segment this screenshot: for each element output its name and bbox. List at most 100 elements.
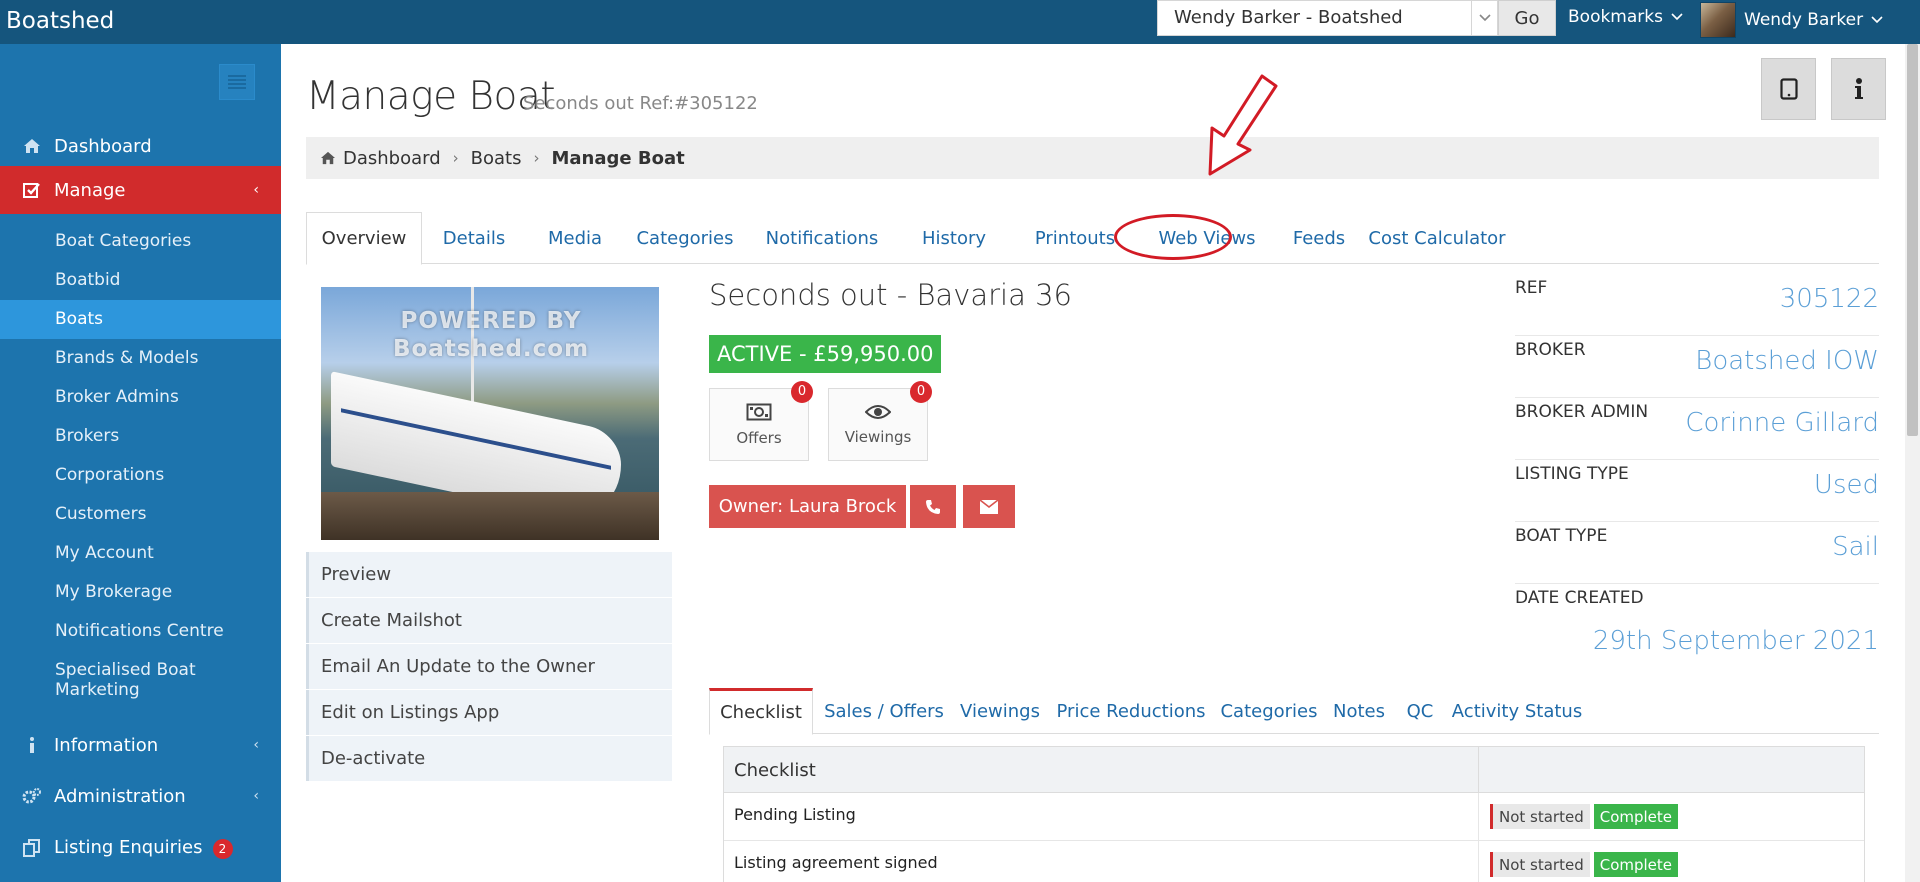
sidebar-subitem[interactable]: Notifications Centre [0,612,281,651]
check-square-icon [22,180,42,200]
subtab-categories[interactable]: Categories [1217,688,1321,734]
sidebar-subitem[interactable]: Boatbid [0,261,281,300]
tab-overview[interactable]: Overview [306,212,422,265]
side-link-email-an-update-to-the-owner[interactable]: Email An Update to the Owner [306,644,672,689]
sidebar-item-label: Listing Enquiries 2 [54,837,233,859]
brand-logo[interactable]: Boatshed [6,8,114,34]
sidebar-subitem[interactable]: Corporations [0,456,281,495]
info-key: BROKER [1515,340,1586,360]
checklist-item-label: Listing agreement signed [734,853,938,872]
bookmarks-label: Bookmarks [1568,7,1663,27]
info-value[interactable]: Corinne Gillard [1685,408,1879,438]
page-scrollbar[interactable] [1905,44,1920,882]
tablet-icon [1779,78,1798,100]
listing-enquiries-count-badge: 2 [212,839,233,859]
main-tabs: Overview Details Media Categories Notificati… [306,212,1879,265]
info-icon [22,735,42,755]
account-select[interactable]: Wendy Barker - Boatshed [1157,0,1498,36]
tab-cost-calculator[interactable]: Cost Calculator [1362,212,1512,264]
subtab-qc[interactable]: QC [1397,688,1443,734]
info-key: REF [1515,278,1548,298]
sidebar-subitem-label: My Brokerage [55,582,173,602]
owner-button[interactable]: Owner: Laura Brock [709,485,906,528]
user-menu[interactable]: Wendy Barker [1700,0,1883,40]
sub-tabs: Checklist Sales / Offers Viewings Price Red… [709,688,1879,735]
not-started-button[interactable]: Not started [1490,852,1590,877]
sidebar-subitem[interactable]: Brands & Models [0,339,281,378]
sidebar-subitem[interactable]: Boats [0,300,281,339]
go-button[interactable]: Go [1498,0,1556,36]
subtab-notes[interactable]: Notes [1321,688,1397,734]
side-link-de-activate[interactable]: De-activate [306,736,672,781]
annotation-arrow [1208,74,1278,176]
side-link-preview[interactable]: Preview [306,552,672,597]
subtab-activity-status[interactable]: Activity Status [1443,688,1591,734]
offers-count-badge: 0 [791,381,813,403]
sidebar-subitem[interactable]: Customers [0,495,281,534]
chevron-down-icon [1471,1,1497,35]
sidebar-toggle-button[interactable] [219,64,255,100]
sidebar-item-administration[interactable]: Administration ‹ [0,775,281,817]
subtab-sales-offers[interactable]: Sales / Offers [813,688,955,734]
listing-enquiries-label: Listing Enquiries [54,837,203,858]
sidebar-subitem[interactable]: Specialised Boat Marketing [0,651,281,700]
sidebar-item-information[interactable]: Information ‹ [0,724,281,766]
sidebar-subitem-label: My Account [55,543,154,563]
sidebar-subitem-label: Broker Admins [55,387,179,407]
call-owner-button[interactable] [910,485,956,528]
chevron-left-icon: ‹ [253,737,259,753]
info-value[interactable]: Boatshed IOW [1695,346,1879,376]
subtab-price-reductions[interactable]: Price Reductions [1045,688,1217,734]
breadcrumb-dashboard[interactable]: Dashboard [343,148,441,169]
sidebar-item-listing-enquiries[interactable]: Listing Enquiries 2 [0,827,281,869]
tab-details[interactable]: Details [422,212,526,264]
envelope-icon [980,499,998,514]
sidebar-item-label: Administration [54,785,186,807]
sidebar-subitem-label: Boatbid [55,270,121,290]
sidebar-subitem[interactable]: My Account [0,534,281,573]
info-button[interactable] [1831,58,1886,120]
breadcrumb-boats[interactable]: Boats [471,148,522,169]
boat-photo[interactable]: POWERED BY Boatshed.com [321,287,659,540]
sidebar-item-label: Information [54,734,159,756]
scrollbar-thumb[interactable] [1907,44,1918,436]
sidebar-item-label: Dashboard [54,135,152,157]
status-badge: ACTIVE - £59,950.00 [709,335,942,373]
column-divider [1478,793,1479,841]
boat-name: Seconds out - Bavaria 36 [709,278,1073,312]
subtab-checklist[interactable]: Checklist [709,688,813,735]
bookmarks-menu[interactable]: Bookmarks [1568,7,1683,27]
viewings-count-badge: 0 [910,381,932,403]
sidebar-subitem[interactable]: My Brokerage [0,573,281,612]
not-started-button[interactable]: Not started [1490,804,1590,829]
tab-categories[interactable]: Categories [622,212,748,264]
sidebar-subitem[interactable]: Broker Admins [0,378,281,417]
tab-media[interactable]: Media [530,212,620,264]
side-link-create-mailshot[interactable]: Create Mailshot [306,598,672,643]
sidebar-item-dashboard[interactable]: Dashboard [0,124,281,168]
page-title: Manage Boat [306,74,556,119]
tab-feeds[interactable]: Feeds [1278,212,1360,264]
email-owner-button[interactable] [963,485,1015,528]
tablet-view-button[interactable] [1761,58,1816,120]
chevron-left-icon: ‹ [253,182,259,198]
offers-label: Offers [736,428,782,447]
breadcrumb: Dashboard › Boats › Manage Boat [306,137,1879,179]
watermark-line-1: POWERED BY [400,308,582,334]
user-name: Wendy Barker [1744,10,1864,30]
menu-icon [228,75,246,89]
tab-notifications[interactable]: Notifications [750,212,894,264]
complete-button[interactable]: Complete [1593,804,1679,829]
subtab-viewings[interactable]: Viewings [955,688,1045,734]
info-row: LISTING TYPE Used [1515,460,1879,522]
sidebar-subitem[interactable]: Boat Categories [0,222,281,261]
info-value: 29th September 2021 [1592,626,1879,656]
complete-button[interactable]: Complete [1593,852,1679,877]
info-value[interactable]: 305122 [1780,284,1879,314]
sidebar-item-manage[interactable]: Manage ‹ [0,166,281,214]
side-link-edit-on-listings-app[interactable]: Edit on Listings App [306,690,672,735]
sidebar: Dashboard Manage ‹ Information ‹ Adminis… [0,44,281,882]
info-value: Used [1813,470,1879,500]
sidebar-subitem[interactable]: Brokers [0,417,281,456]
tab-history[interactable]: History [896,212,1012,264]
